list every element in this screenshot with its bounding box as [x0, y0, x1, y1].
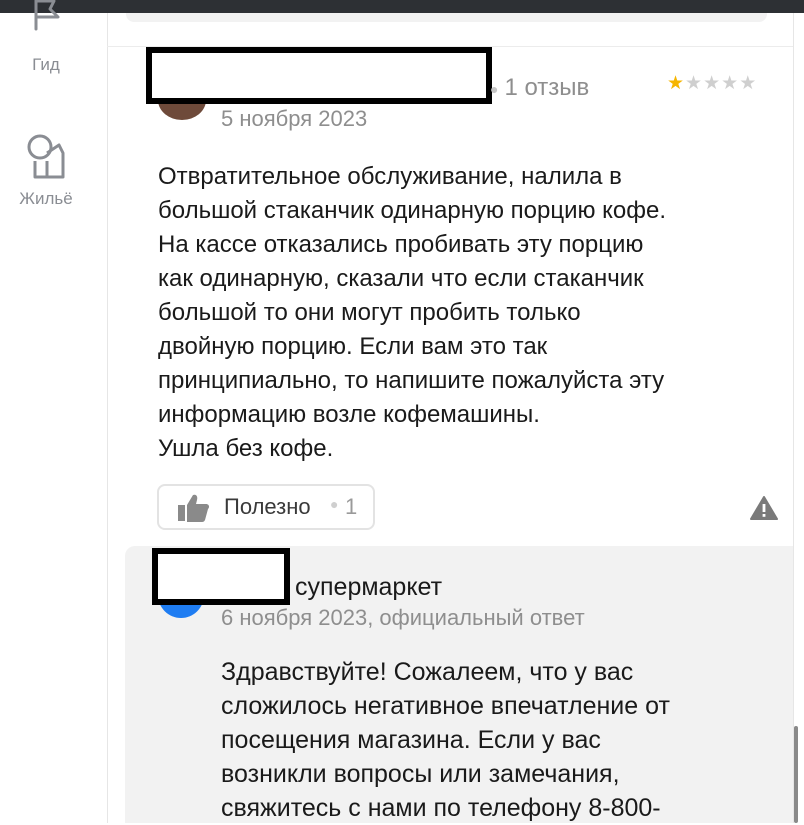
helpful-count: 1 — [345, 494, 358, 519]
text-line: Ушла без кофе. — [158, 435, 334, 462]
warning-icon — [749, 496, 779, 525]
text-line: как одинарную, сказали что если стаканчи… — [158, 265, 644, 292]
helpful-button[interactable]: Полезно ● 1 — [157, 484, 375, 530]
text-line: информацию возле кофемашины. — [158, 401, 540, 428]
star-empty-icon: ★ — [721, 73, 740, 94]
review-date: 5 ноября 2023 — [221, 106, 368, 131]
sidebar-item-guide[interactable]: Гид — [0, 0, 92, 75]
text-line: двойную порцию. Если вам это так — [158, 333, 548, 360]
star-filled-icon: ★ — [667, 73, 686, 94]
sidebar-item-label: Гид — [32, 55, 60, 74]
star-empty-icon: ★ — [703, 73, 722, 94]
text-line: большой то они могут пробить только — [158, 299, 581, 326]
reply-date: 6 ноября 2023, официальный ответ — [221, 605, 585, 630]
reply-text: Здравствуйте! Сожалеем, что у вас сложило… — [221, 655, 761, 825]
star-empty-icon: ★ — [685, 73, 704, 94]
text-line: возникли вопросы или замечания, — [221, 760, 620, 788]
sidebar: Гид Жильё — [0, 0, 108, 823]
star-empty-icon: ★ — [739, 73, 758, 94]
scrollbar-thumb[interactable] — [794, 726, 798, 823]
window-top-bar — [0, 0, 804, 13]
author-reviews-count[interactable]: ● 1 отзыв — [490, 74, 589, 102]
redacted-author-name — [146, 47, 492, 104]
review-text: Отвратительное обслуживание, налила в бол… — [158, 160, 768, 466]
separator-dot: ● — [490, 80, 499, 97]
text-line: сложилось негативное впечатление от — [221, 692, 670, 720]
sidebar-item-housing[interactable]: Жильё — [0, 131, 92, 209]
separator-dot: ● — [330, 496, 339, 512]
text-line: На кассе отказались пробивать эту порцию — [158, 231, 644, 258]
text-line: Здравствуйте! Сожалеем, что у вас — [221, 658, 634, 686]
thumbs-up-icon — [176, 493, 210, 528]
report-button[interactable] — [749, 495, 779, 526]
flag-icon — [0, 0, 92, 47]
business-name: супермаркет — [295, 573, 443, 601]
text-line: посещения магазина. Если у вас — [221, 726, 601, 754]
text-line: Отвратительное обслуживание, налила в — [158, 163, 622, 190]
scroll-track[interactable] — [793, 13, 804, 823]
previous-review-card — [126, 13, 767, 22]
redacted-business-name — [152, 548, 290, 605]
rating-stars: ★★★★★ — [667, 72, 757, 95]
text-line: большой стаканчик одинарную порцию кофе. — [158, 197, 667, 224]
house-icon — [0, 131, 92, 183]
text-line: принципиально, то напишите пожалуйста эт… — [158, 367, 665, 394]
sidebar-item-label: Жильё — [19, 189, 73, 208]
helpful-label: Полезно — [224, 494, 311, 519]
text-line: свяжитесь с нами по телефону 8-800- — [221, 794, 661, 822]
